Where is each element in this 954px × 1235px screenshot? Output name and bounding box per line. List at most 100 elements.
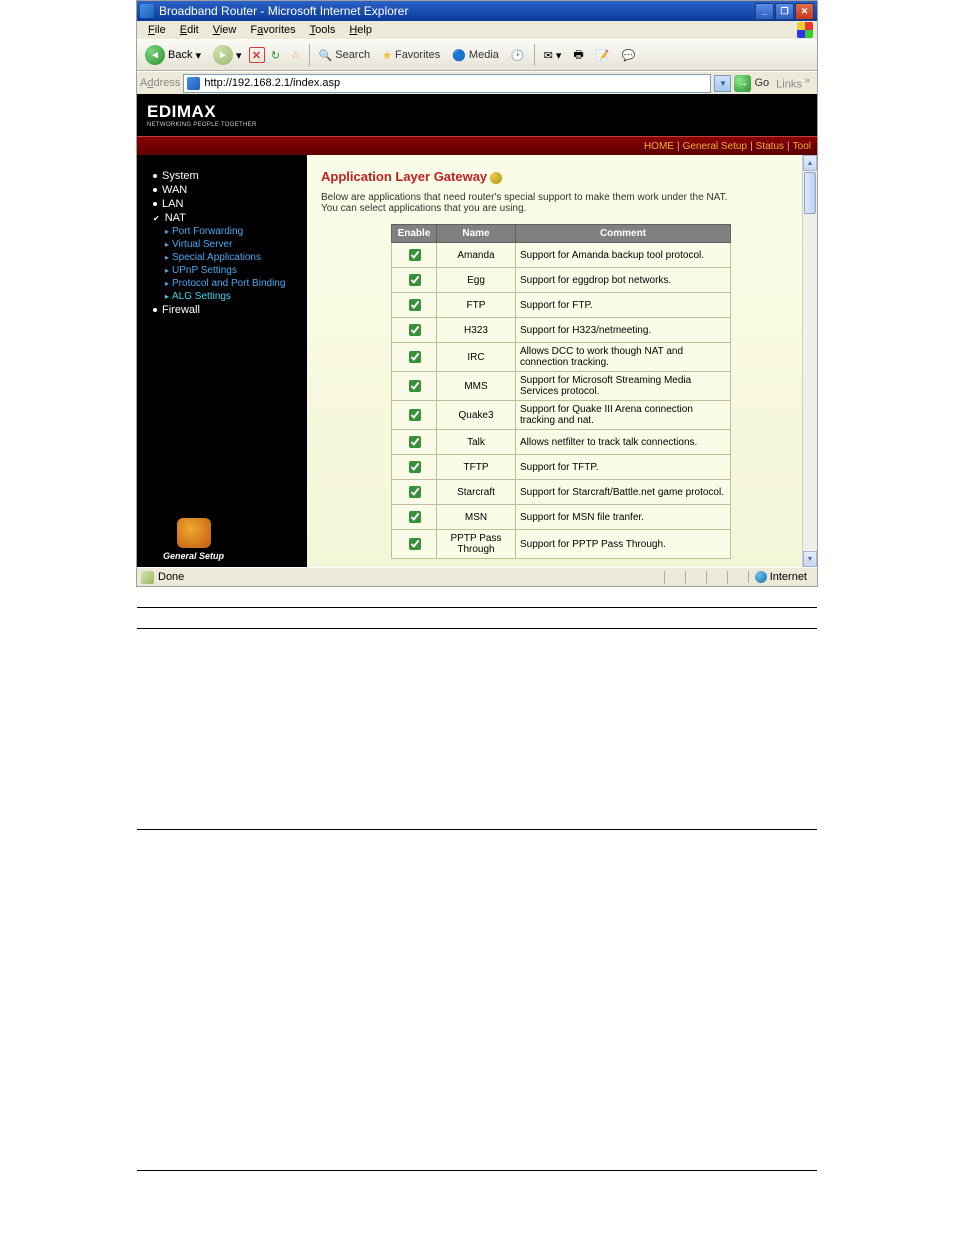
scroll-thumb[interactable] — [804, 172, 816, 214]
sidebar-item-wan[interactable]: WAN — [153, 183, 307, 197]
menu-favorites[interactable]: Favorites — [243, 22, 302, 38]
links-button[interactable]: Links » — [772, 75, 814, 91]
enable-checkbox[interactable] — [409, 274, 421, 286]
enable-checkbox[interactable] — [409, 249, 421, 261]
forward-button[interactable]: ► ▾ — [208, 43, 247, 67]
sidebar-item-protocol-and-port-binding[interactable]: Protocol and Port Binding — [153, 277, 307, 290]
close-button[interactable]: ✕ — [795, 3, 814, 20]
enable-checkbox[interactable] — [409, 511, 421, 523]
sidebar-item-special-applications[interactable]: Special Applications — [153, 251, 307, 264]
address-input[interactable]: http://192.168.2.1/index.asp — [183, 74, 711, 93]
globe-icon — [755, 571, 767, 583]
sidebar-item-firewall[interactable]: Firewall — [153, 303, 307, 317]
cell-name: FTP — [437, 293, 516, 318]
back-button[interactable]: ◄Back ▾ — [140, 43, 206, 67]
menu-tools[interactable]: Tools — [303, 22, 343, 38]
scroll-down-icon[interactable]: ▼ — [803, 551, 817, 567]
sidebar-item-upnp-settings[interactable]: UPnP Settings — [153, 264, 307, 277]
cell-comment: Support for TFTP. — [516, 455, 731, 480]
table-row: TalkAllows netfilter to track talk conne… — [392, 430, 731, 455]
menu-view[interactable]: View — [206, 22, 244, 38]
edit-button[interactable]: 📝 — [591, 47, 615, 64]
sidebar-item-alg-settings[interactable]: ALG Settings — [153, 290, 307, 303]
nav-status[interactable]: Status — [756, 141, 784, 152]
enable-checkbox[interactable] — [409, 461, 421, 473]
maximize-button[interactable]: ❐ — [775, 3, 794, 20]
enable-checkbox[interactable] — [409, 380, 421, 392]
sidebar-item-lan[interactable]: LAN — [153, 197, 307, 211]
enable-checkbox[interactable] — [409, 324, 421, 336]
favorites-button[interactable]: ★ Favorites — [377, 47, 445, 64]
enable-checkbox[interactable] — [409, 538, 421, 550]
address-dropdown[interactable]: ▼ — [714, 75, 731, 92]
page-icon — [187, 77, 200, 90]
ie-icon — [140, 4, 154, 18]
cell-name: H323 — [437, 318, 516, 343]
go-button[interactable]: → — [734, 75, 751, 92]
cell-name: MMS — [437, 372, 516, 401]
cell-name: Starcraft — [437, 480, 516, 505]
discuss-button[interactable]: 💬 — [616, 47, 640, 64]
sidebar-item-port-forwarding[interactable]: Port Forwarding — [153, 225, 307, 238]
sidebar-item-virtual-server[interactable]: Virtual Server — [153, 238, 307, 251]
scroll-up-icon[interactable]: ▲ — [803, 155, 817, 171]
edimax-logo: EDIMAXNETWORKING PEOPLE TOGETHER — [147, 102, 257, 128]
nav-general-setup[interactable]: General Setup — [683, 141, 748, 152]
search-button[interactable]: 🔍 Search — [314, 47, 376, 64]
enable-checkbox[interactable] — [409, 436, 421, 448]
table-row: EggSupport for eggdrop bot networks. — [392, 268, 731, 293]
table-row: AmandaSupport for Amanda backup tool pro… — [392, 243, 731, 268]
sidebar-item-nat[interactable]: NAT — [153, 211, 307, 225]
sidebar-item-system[interactable]: System — [153, 169, 307, 183]
forward-icon: ► — [213, 45, 233, 65]
enable-checkbox[interactable] — [409, 409, 421, 421]
history-button[interactable]: 🕑 — [506, 47, 530, 64]
general-setup-icon — [177, 518, 211, 548]
print-button[interactable]: 🖶 — [568, 44, 588, 67]
enable-checkbox[interactable] — [409, 486, 421, 498]
nav-tool[interactable]: Tool — [793, 141, 811, 152]
media-button[interactable]: 🔵 Media — [447, 47, 504, 64]
cell-comment: Support for H323/netmeeting. — [516, 318, 731, 343]
table-row: FTPSupport for FTP. — [392, 293, 731, 318]
zone-indicator: Internet — [748, 571, 813, 583]
stop-button[interactable]: ✕ — [249, 47, 265, 63]
col-comment: Comment — [516, 225, 731, 243]
general-setup-logo: General Setup — [163, 518, 224, 561]
cell-name: PPTP Pass Through — [437, 530, 516, 559]
back-icon: ◄ — [145, 45, 165, 65]
table-row: PPTP Pass ThroughSupport for PPTP Pass T… — [392, 530, 731, 559]
minimize-button[interactable]: _ — [755, 3, 774, 20]
table-row: Quake3Support for Quake III Arena connec… — [392, 401, 731, 430]
menu-file[interactable]: File — [141, 22, 173, 38]
cell-name: Quake3 — [437, 401, 516, 430]
cell-comment: Support for FTP. — [516, 293, 731, 318]
refresh-button[interactable]: ↻ — [267, 46, 285, 64]
table-row: TFTPSupport for TFTP. — [392, 455, 731, 480]
cell-comment: Support for MSN file tranfer. — [516, 505, 731, 530]
help-icon[interactable] — [490, 172, 502, 184]
home-button[interactable]: ⌂ — [287, 46, 305, 64]
cell-comment: Support for eggdrop bot networks. — [516, 268, 731, 293]
alg-table: Enable Name Comment AmandaSupport for Am… — [391, 224, 731, 559]
mail-button[interactable]: ✉ ▾ — [539, 47, 567, 64]
cell-comment: Allows DCC to work though NAT and connec… — [516, 343, 731, 372]
cell-comment: Support for Starcraft/Battle.net game pr… — [516, 480, 731, 505]
menu-edit[interactable]: Edit — [173, 22, 206, 38]
browser-window: Broadband Router - Microsoft Internet Ex… — [136, 0, 818, 587]
titlebar: Broadband Router - Microsoft Internet Ex… — [137, 1, 817, 21]
scrollbar[interactable]: ▲ ▼ — [802, 155, 817, 567]
menu-help[interactable]: Help — [342, 22, 379, 38]
nav-home[interactable]: HOME — [644, 141, 674, 152]
cell-comment: Support for Quake III Arena connection t… — [516, 401, 731, 430]
address-bar: Address http://192.168.2.1/index.asp ▼ →… — [137, 71, 817, 94]
cell-name: Egg — [437, 268, 516, 293]
enable-checkbox[interactable] — [409, 299, 421, 311]
cell-comment: Allows netfilter to track talk connectio… — [516, 430, 731, 455]
status-bar: Done Internet — [137, 567, 817, 586]
sidebar: SystemWANLANNATPort ForwardingVirtual Se… — [137, 155, 307, 567]
main-panel: Application Layer Gateway Below are appl… — [307, 155, 817, 567]
enable-checkbox[interactable] — [409, 351, 421, 363]
cell-comment: Support for Microsoft Streaming Media Se… — [516, 372, 731, 401]
status-text: Done — [158, 571, 184, 583]
